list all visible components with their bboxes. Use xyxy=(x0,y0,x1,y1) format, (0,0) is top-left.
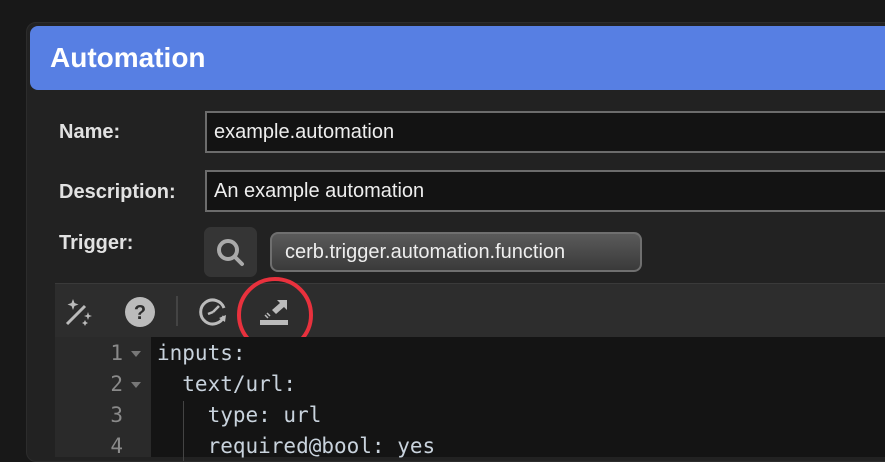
fold-arrow-icon[interactable] xyxy=(131,382,141,388)
toolbar-divider xyxy=(176,296,178,326)
line-number: 3 xyxy=(110,403,123,427)
svg-text:?: ? xyxy=(134,302,146,324)
code-line: inputs: xyxy=(157,341,246,365)
description-label: Description: xyxy=(59,181,176,203)
code-editor[interactable]: inputs: text/url: type: url required@boo… xyxy=(151,337,885,461)
code-line: type: url xyxy=(157,403,322,427)
history-button[interactable] xyxy=(197,296,229,328)
code-line: required@bool: yes xyxy=(157,434,436,458)
clock-history-icon xyxy=(199,298,226,326)
help-button[interactable]: ? xyxy=(124,296,156,328)
trigger-chip[interactable]: cerb.trigger.automation.function xyxy=(270,232,642,272)
help-icon: ? xyxy=(125,297,155,327)
magic-wand-icon xyxy=(65,299,92,326)
line-number: 2 xyxy=(110,372,123,396)
code-line: text/url: xyxy=(157,372,297,396)
trigger-label: Trigger: xyxy=(59,232,134,254)
trigger-search-button[interactable] xyxy=(204,227,257,277)
name-label: Name: xyxy=(59,121,121,143)
name-input[interactable]: example.automation xyxy=(205,111,885,153)
editor-toolbar: ? xyxy=(55,283,885,337)
description-input[interactable]: An example automation xyxy=(205,170,885,212)
dialog-title: Automation xyxy=(50,42,206,73)
dialog-header: Automation xyxy=(30,26,885,90)
fold-arrow-icon[interactable] xyxy=(131,351,141,357)
magic-wand-button[interactable] xyxy=(63,296,95,328)
editor-gutter: 1 2 3 4 xyxy=(55,337,151,458)
search-icon xyxy=(217,239,244,266)
line-number: 1 xyxy=(110,341,123,365)
line-number: 4 xyxy=(110,434,123,458)
